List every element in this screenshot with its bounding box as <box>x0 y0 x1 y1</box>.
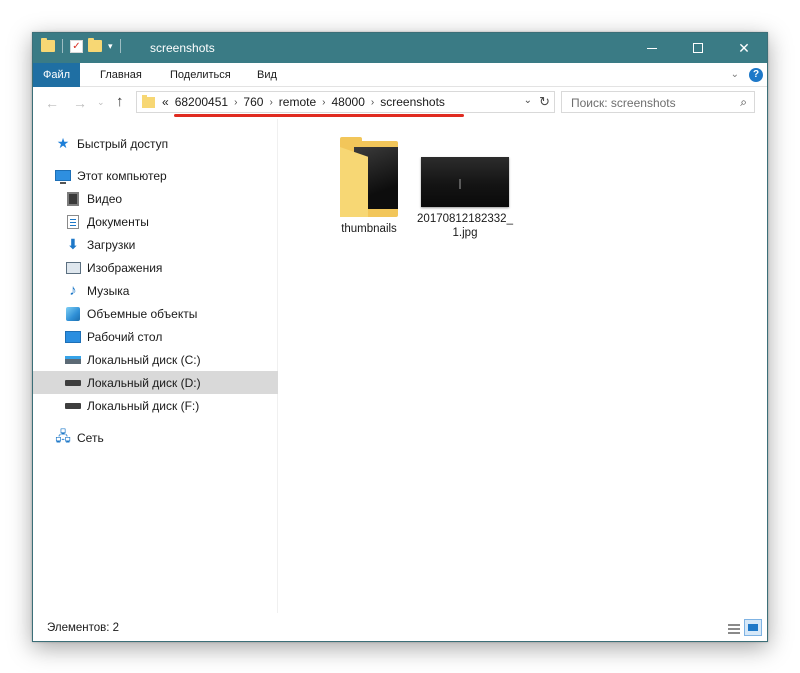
nav-item-label: Изображения <box>87 260 163 275</box>
nav-pictures[interactable]: Изображения <box>33 256 278 279</box>
large-icons-view-icon[interactable] <box>744 619 762 636</box>
nav-item-label: Видео <box>87 191 123 206</box>
folder-icon <box>41 38 55 52</box>
nav-item-label: Сеть <box>77 430 104 445</box>
details-view-icon[interactable] <box>727 621 741 635</box>
search-placeholder: Поиск: screenshots <box>571 96 676 110</box>
star-icon: ★ <box>56 135 70 151</box>
file-list[interactable]: thumbnails 20170812182332_ 1.jpg <box>279 119 767 613</box>
nav-item-label: Быстрый доступ <box>77 136 169 151</box>
system-drive-icon <box>65 353 81 367</box>
nav-videos[interactable]: Видео <box>33 187 278 210</box>
navigation-pane: ★ Быстрый доступ Этот компьютер Видео До… <box>33 119 278 613</box>
breadcrumb-item[interactable]: remote <box>279 95 316 109</box>
nav-item-label: Рабочий стол <box>87 329 163 344</box>
expand-ribbon-chevron-icon[interactable]: ⌄ <box>731 69 739 80</box>
search-icon[interactable]: ⌕ <box>740 95 747 110</box>
refresh-icon[interactable]: ↻ <box>539 94 550 110</box>
toolbar-divider <box>62 39 63 53</box>
nav-drive-c[interactable]: Локальный диск (C:) <box>33 348 278 371</box>
help-icon[interactable]: ? <box>749 68 763 82</box>
title-bar[interactable]: ✓ ▾ screenshots ✕ <box>33 33 767 63</box>
3d-objects-icon <box>65 306 81 321</box>
breadcrumb-item[interactable]: 68200451 <box>175 95 228 109</box>
breadcrumb: « 68200451 › 760 › remote › 48000 › scre… <box>162 95 445 109</box>
chevron-right-icon[interactable]: › <box>234 97 237 108</box>
nav-3d-objects[interactable]: Объемные объекты <box>33 302 278 325</box>
file-item-jpg[interactable]: 20170812182332_ 1.jpg <box>409 137 521 240</box>
folder-icon <box>142 95 155 108</box>
window-title: screenshots <box>150 41 215 55</box>
image-thumbnail <box>421 157 509 207</box>
pictures-folder-icon <box>65 261 81 275</box>
quick-access-toolbar: ✓ ▾ <box>41 38 123 53</box>
forward-arrow-icon[interactable]: → <box>73 95 87 111</box>
nav-desktop[interactable]: Рабочий стол <box>33 325 278 348</box>
address-bar[interactable]: « 68200451 › 760 › remote › 48000 › scre… <box>136 91 555 113</box>
nav-music[interactable]: ♪ Музыка <box>33 279 278 302</box>
desktop-icon <box>65 330 81 344</box>
tab-view[interactable]: Вид <box>257 63 277 87</box>
nav-item-label: Загрузки <box>87 237 136 252</box>
search-input[interactable]: Поиск: screenshots ⌕ <box>561 91 755 113</box>
drive-icon <box>65 399 81 413</box>
computer-icon <box>55 169 71 184</box>
nav-item-label: Музыка <box>87 283 130 298</box>
nav-item-label: Локальный диск (F:) <box>87 398 200 413</box>
chevron-right-icon[interactable]: › <box>322 97 325 108</box>
recent-locations-chevron-icon[interactable]: ⌄ <box>97 97 105 108</box>
nav-quick-access[interactable]: ★ Быстрый доступ <box>33 132 278 155</box>
nav-this-pc[interactable]: Этот компьютер <box>33 164 278 187</box>
breadcrumb-item[interactable]: 760 <box>243 95 263 109</box>
close-button[interactable]: ✕ <box>721 33 767 63</box>
up-arrow-icon[interactable]: ↑ <box>116 93 124 110</box>
breadcrumb-item-current[interactable]: screenshots <box>380 95 445 109</box>
customize-toolbar-dropdown-icon[interactable]: ▾ <box>108 41 113 52</box>
properties-icon[interactable]: ✓ <box>70 39 83 53</box>
tab-home[interactable]: Главная <box>100 63 142 87</box>
address-row: ← → ⌄ ↑ « 68200451 › 760 › remote › 4800… <box>33 87 767 119</box>
music-note-icon: ♪ <box>69 282 77 299</box>
nav-drive-d[interactable]: Локальный диск (D:) <box>33 371 278 394</box>
drive-icon <box>65 376 81 390</box>
downloads-arrow-icon: ⬇ <box>67 236 79 252</box>
minimize-button[interactable] <box>629 33 675 63</box>
tab-file[interactable]: Файл <box>33 63 80 87</box>
back-arrow-icon[interactable]: ← <box>45 95 59 111</box>
minimize-icon <box>647 47 657 49</box>
ribbon-tabs: Файл Главная Поделиться Вид ⌄ ? <box>33 63 767 87</box>
explorer-window: ✓ ▾ screenshots ✕ Файл Главная Поделитьс… <box>32 32 768 642</box>
network-icon: 🖧 <box>55 427 71 444</box>
nav-item-label: Объемные объекты <box>87 306 198 321</box>
item-count: Элементов: 2 <box>47 622 120 634</box>
video-folder-icon <box>65 191 81 206</box>
nav-item-label: Локальный диск (D:) <box>87 375 201 390</box>
nav-drive-f[interactable]: Локальный диск (F:) <box>33 394 278 417</box>
status-bar: Элементов: 2 <box>33 613 767 641</box>
nav-network[interactable]: 🖧 Сеть <box>33 426 278 449</box>
close-icon: ✕ <box>738 39 750 56</box>
breadcrumb-item[interactable]: 48000 <box>332 95 365 109</box>
nav-item-label: Документы <box>87 214 149 229</box>
file-name-line: 1.jpg <box>452 227 478 239</box>
nav-item-label: Локальный диск (C:) <box>87 352 201 367</box>
chevron-right-icon[interactable]: › <box>371 97 374 108</box>
maximize-button[interactable] <box>675 33 721 63</box>
toolbar-divider <box>119 39 121 53</box>
folder-icon <box>340 137 398 217</box>
tab-share[interactable]: Поделиться <box>170 63 231 87</box>
documents-folder-icon <box>65 214 81 229</box>
new-folder-icon[interactable] <box>88 38 102 52</box>
chevron-right-icon[interactable]: › <box>269 97 272 108</box>
breadcrumb-overflow[interactable]: « <box>162 95 169 109</box>
file-name: thumbnails <box>341 223 397 235</box>
address-history-dropdown-icon[interactable]: ⌄ <box>524 95 532 106</box>
maximize-icon <box>693 43 703 53</box>
file-name: 20170812182332_ 1.jpg <box>415 212 515 240</box>
annotation-underline <box>174 114 464 117</box>
file-name-line: 20170812182332_ <box>417 213 513 225</box>
nav-item-label: Этот компьютер <box>77 168 167 183</box>
nav-downloads[interactable]: ⬇ Загрузки <box>33 233 278 256</box>
nav-documents[interactable]: Документы <box>33 210 278 233</box>
